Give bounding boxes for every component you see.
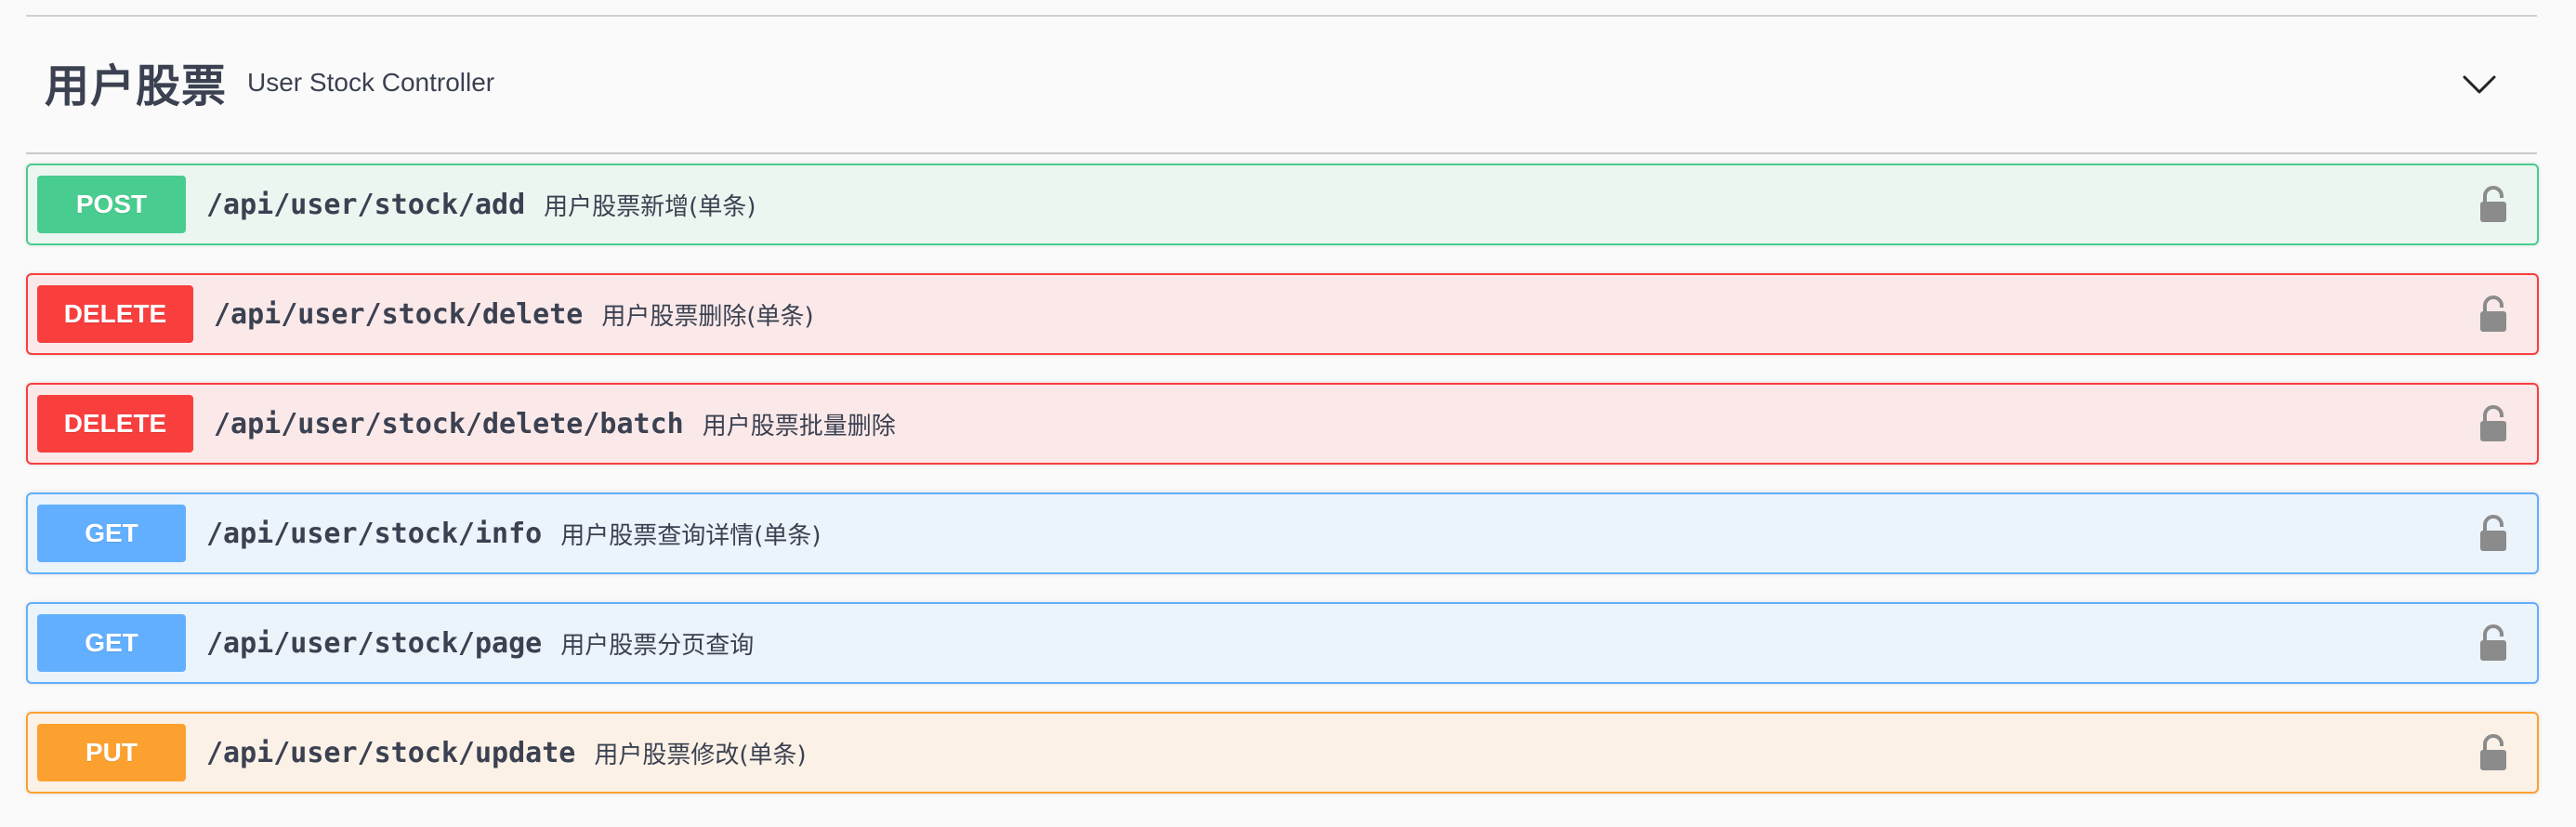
method-badge: DELETE [37,285,193,343]
lock-icon[interactable] [2477,185,2509,224]
lock-icon[interactable] [2477,404,2509,443]
operation-summary: 用户股票新增(单条) [544,192,756,221]
operation-row-page[interactable]: GET /api/user/stock/page 用户股票分页查询 [26,602,2539,684]
lock-icon[interactable] [2477,733,2509,772]
operations-list: POST /api/user/stock/add 用户股票新增(单条) DELE… [26,164,2539,821]
method-badge: GET [37,505,186,562]
method-badge: GET [37,614,186,672]
operation-summary: 用户股票查询详情(单条) [560,521,821,550]
operation-row-update[interactable]: PUT /api/user/stock/update 用户股票修改(单条) [26,712,2539,794]
method-badge: DELETE [37,395,193,453]
tag-description: User Stock Controller [247,68,495,97]
operation-summary: 用户股票分页查询 [560,631,755,660]
lock-icon[interactable] [2477,624,2509,663]
operation-path: /api/user/stock/info [206,517,543,550]
operation-row-delete-batch[interactable]: DELETE /api/user/stock/delete/batch 用户股票… [26,383,2539,465]
operation-summary: 用户股票批量删除 [702,412,896,440]
operation-row-info[interactable]: GET /api/user/stock/info 用户股票查询详情(单条) [26,492,2539,574]
lock-icon[interactable] [2477,295,2509,334]
operation-path: /api/user/stock/page [206,626,543,660]
method-badge: PUT [37,724,186,781]
operation-row-add[interactable]: POST /api/user/stock/add 用户股票新增(单条) [26,164,2539,245]
tag-title: 用户股票 [45,60,228,112]
operation-path: /api/user/stock/update [206,736,576,769]
operation-path: /api/user/stock/delete/batch [214,407,684,440]
method-badge: POST [37,176,186,233]
tag-section-header[interactable]: 用户股票 User Stock Controller [26,17,2537,154]
operation-path: /api/user/stock/delete [214,297,584,331]
chevron-down-icon[interactable] [2461,66,2498,103]
operation-row-delete[interactable]: DELETE /api/user/stock/delete 用户股票删除(单条) [26,273,2539,355]
operation-path: /api/user/stock/add [206,188,526,221]
lock-icon[interactable] [2477,514,2509,553]
operation-summary: 用户股票删除(单条) [601,302,814,331]
operation-summary: 用户股票修改(单条) [594,741,807,769]
